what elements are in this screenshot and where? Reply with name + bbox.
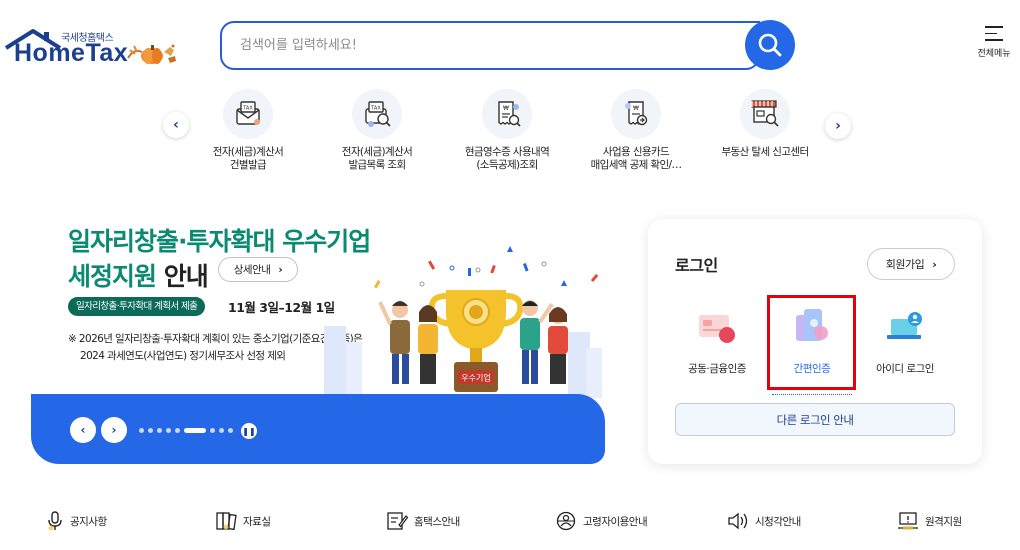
logo-wordmark: HomeTax [14, 39, 129, 67]
bottom-nav-label: 자료실 [243, 515, 271, 528]
chevron-right-icon: › [932, 257, 937, 271]
bottom-nav-label: 홈택스안내 [414, 515, 460, 528]
pagination-dot[interactable] [219, 428, 224, 433]
pagination-dot[interactable] [228, 428, 233, 433]
bottom-nav-label: 시청각안내 [755, 515, 801, 528]
pause-icon: ❚❚ [242, 426, 256, 436]
quick-menu-item-tax-invoice-issue[interactable]: TAX 전자(세금)계산서 건별발급 [193, 89, 303, 172]
bottom-nav-label: 고령자이용안내 [583, 515, 648, 528]
banner-next-button[interactable]: › [101, 417, 127, 443]
login-method-label: 공동·금융인증 [688, 363, 746, 375]
hometax-logo[interactable]: 국세청홈택스 HomeTax [4, 26, 184, 70]
svg-text:TAX: TAX [370, 106, 381, 112]
banner-subtitle-dark: 안내 [156, 262, 209, 291]
search-button[interactable] [745, 20, 795, 70]
banner-submission-pill: 일자리창출·투자확대 계획서 제출 [68, 297, 206, 316]
all-menu-button[interactable]: 전체메뉴 [972, 26, 1016, 66]
login-method-label: 아이디 로그인 [876, 363, 934, 375]
banner-prev-button[interactable]: ‹ [70, 417, 96, 443]
quick-menu-label: 전자(세금)계산서 건별발급 [212, 146, 284, 171]
bottom-nav-notice[interactable]: 공지사항 [46, 511, 107, 531]
search-box [220, 21, 760, 70]
pagination-dot[interactable] [148, 428, 153, 433]
selected-login-highlight [767, 295, 856, 390]
chevron-right-icon: › [835, 118, 841, 134]
quick-menu-item-tax-invoice-list[interactable]: TAX 전자(세금)계산서 발급목록 조회 [322, 89, 432, 172]
pagination-dot[interactable] [175, 428, 180, 433]
chevron-left-icon: ‹ [80, 423, 86, 437]
trophy-celebration-illustration: 우수기업 [324, 246, 602, 398]
pagination-dot[interactable] [157, 428, 162, 433]
banner-subtitle: 세정지원 안내 [68, 257, 209, 293]
archive-icon [216, 512, 237, 531]
pagination-dot[interactable] [210, 428, 215, 433]
bottom-nav-audiovisual-guide[interactable]: 시청각안내 [727, 511, 801, 531]
bottom-nav-label: 공지사항 [70, 515, 107, 528]
bottom-nav-archive[interactable]: 자료실 [215, 511, 271, 531]
quick-menu-label: 전자(세금)계산서 발급목록 조회 [341, 146, 413, 171]
login-method-certificate[interactable]: 공동·금융인증 [672, 303, 762, 376]
svg-text:TAX: TAX [242, 106, 253, 112]
search-icon [758, 33, 782, 57]
microphone-icon [48, 511, 62, 531]
all-menu-label: 전체메뉴 [977, 48, 1011, 59]
search-input[interactable] [240, 23, 720, 67]
banner-detail-label: 상세안내 [233, 264, 271, 276]
quick-menu-label: 사업용 신용카드 매입세액 공제 확인/… [590, 146, 682, 171]
other-login-guide-button[interactable]: 다른 로그인 안내 [675, 403, 955, 436]
elderly-guide-icon [556, 511, 576, 531]
quick-menu-prev-button[interactable]: ‹ [163, 112, 189, 138]
pagination-dot-active[interactable] [184, 428, 206, 433]
banner-subtitle-green: 세정지원 [68, 262, 157, 291]
banner-detail-button[interactable]: 상세안내 › [218, 257, 298, 282]
signup-label: 회원가입 [885, 258, 925, 271]
pagination-dot[interactable] [166, 428, 171, 433]
pagination-dot[interactable] [139, 428, 144, 433]
quick-menu-next-button[interactable]: › [825, 113, 851, 139]
quick-menu-item-business-card[interactable]: ₩ 사업용 신용카드 매입세액 공제 확인/… [581, 89, 691, 172]
tax-invoice-search-icon: TAX [352, 89, 402, 139]
card-receipt-icon: ₩ [611, 89, 661, 139]
bottom-nav-remote-support[interactable]: 원격지원 [897, 511, 962, 531]
certificate-icon [693, 303, 741, 351]
quick-menu-label: 부동산 탈세 신고센터 [721, 146, 809, 158]
bottom-nav-hometax-guide[interactable]: 홈택스안내 [386, 511, 460, 531]
receipt-search-icon: ₩ [482, 89, 532, 139]
bottom-nav-elderly-guide[interactable]: 고령자이용안내 [555, 511, 648, 531]
chevron-left-icon: ‹ [173, 117, 179, 133]
quick-menu-label: 현금영수증 사용내역 (소득공제)조회 [464, 146, 550, 171]
id-login-laptop-icon [881, 303, 929, 351]
bottom-nav-label: 원격지원 [925, 515, 962, 528]
remote-support-icon [898, 512, 918, 530]
quick-menu-item-real-estate[interactable]: 부동산 탈세 신고센터 [710, 89, 820, 159]
tax-invoice-envelope-icon: TAX [223, 89, 273, 139]
pumpkin-icon [127, 44, 176, 64]
store-search-icon [740, 89, 790, 139]
svg-text:₩: ₩ [633, 105, 639, 112]
banner-pagination [139, 428, 233, 433]
trophy-label: 우수기업 [461, 374, 490, 383]
hamburger-icon [985, 26, 1003, 41]
speaker-icon [728, 512, 748, 530]
login-title: 로그인 [675, 256, 718, 275]
chevron-right-icon: › [111, 423, 117, 437]
selected-login-underline [772, 394, 852, 395]
document-edit-icon [387, 512, 408, 530]
login-method-id[interactable]: 아이디 로그인 [860, 303, 950, 376]
signup-button[interactable]: 회원가입 › [867, 248, 955, 280]
banner-pause-button[interactable]: ❚❚ [241, 423, 257, 439]
banner-note-line2: 2024 과세연도(사업연도) 정기세무조사 선정 제외 [80, 350, 286, 362]
quick-menu-item-cash-receipt[interactable]: ₩ 현금영수증 사용내역 (소득공제)조회 [452, 89, 562, 172]
svg-text:₩: ₩ [503, 105, 509, 112]
chevron-right-icon: › [278, 263, 283, 276]
